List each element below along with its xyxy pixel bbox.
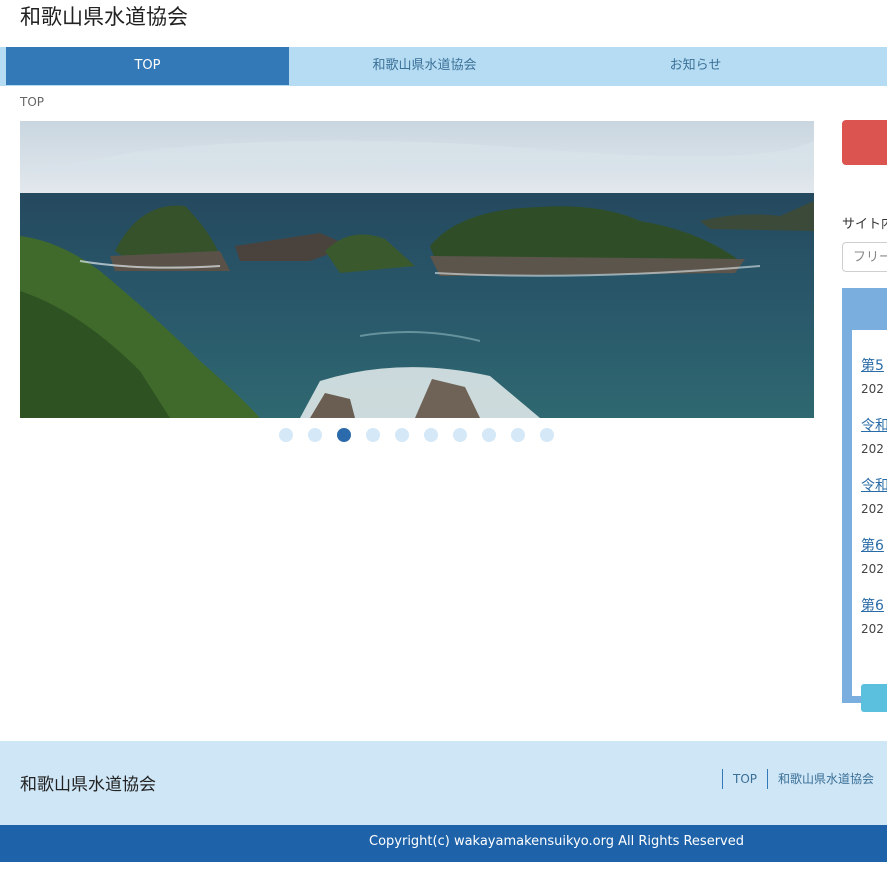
footer-link-association[interactable]: 和歌山県水道協会 (767, 769, 884, 789)
slider-dot[interactable] (424, 428, 438, 442)
nav-item-news[interactable]: お知らせ (560, 47, 831, 85)
search-input[interactable] (842, 242, 887, 272)
copyright-bar: Copyright(c) wakayamakensuikyo.org All R… (0, 825, 887, 862)
news-date: 202 (861, 622, 884, 636)
slider-dot[interactable] (366, 428, 380, 442)
slider-dot[interactable] (279, 428, 293, 442)
news-item: 令和 202 (861, 476, 887, 518)
hero-slider[interactable] (20, 121, 814, 418)
breadcrumb: TOP (20, 95, 45, 109)
news-item: 第6 202 (861, 536, 887, 578)
news-item: 令和 202 (861, 416, 887, 458)
site-search-label: サイト内 (842, 217, 887, 232)
news-panel: 第5 202 令和 202 令和 202 第6 202 第6 202 (842, 288, 887, 712)
news-list: 第5 202 令和 202 令和 202 第6 202 第6 202 (852, 330, 887, 712)
slider-dot[interactable] (511, 428, 525, 442)
slider-dot[interactable] (395, 428, 409, 442)
news-link[interactable]: 令和 (861, 476, 887, 496)
news-link[interactable]: 第5 (861, 356, 887, 376)
seascape-image (20, 121, 814, 418)
nav-item-association[interactable]: 和歌山県水道協会 (289, 47, 560, 85)
news-link[interactable]: 令和 (861, 416, 887, 436)
news-more-button[interactable] (861, 684, 887, 712)
news-item: 第5 202 (861, 356, 887, 398)
site-title[interactable]: 和歌山県水道協会 (20, 2, 188, 32)
footer-links: TOP 和歌山県水道協会 (722, 768, 884, 789)
slider-dot[interactable] (308, 428, 322, 442)
news-item: 第6 202 (861, 596, 887, 638)
news-date: 202 (861, 382, 884, 396)
news-link[interactable]: 第6 (861, 536, 887, 556)
slider-dot[interactable] (453, 428, 467, 442)
nav-item-top[interactable]: TOP (6, 47, 289, 85)
sidebar-red-button[interactable] (842, 120, 887, 165)
news-date: 202 (861, 562, 884, 576)
news-date: 202 (861, 502, 884, 516)
slider-dot[interactable] (540, 428, 554, 442)
global-nav: TOP 和歌山県水道協会 お知らせ (0, 47, 887, 86)
news-date: 202 (861, 442, 884, 456)
news-link[interactable]: 第6 (861, 596, 887, 616)
footer-site-title[interactable]: 和歌山県水道協会 (20, 770, 156, 795)
slider-dot[interactable] (482, 428, 496, 442)
footer-link-top[interactable]: TOP (722, 769, 767, 789)
footer: 和歌山県水道協会 TOP 和歌山県水道協会 (0, 741, 887, 825)
copyright-text: Copyright(c) wakayamakensuikyo.org All R… (369, 834, 744, 849)
slider-dot-active[interactable] (337, 428, 351, 442)
